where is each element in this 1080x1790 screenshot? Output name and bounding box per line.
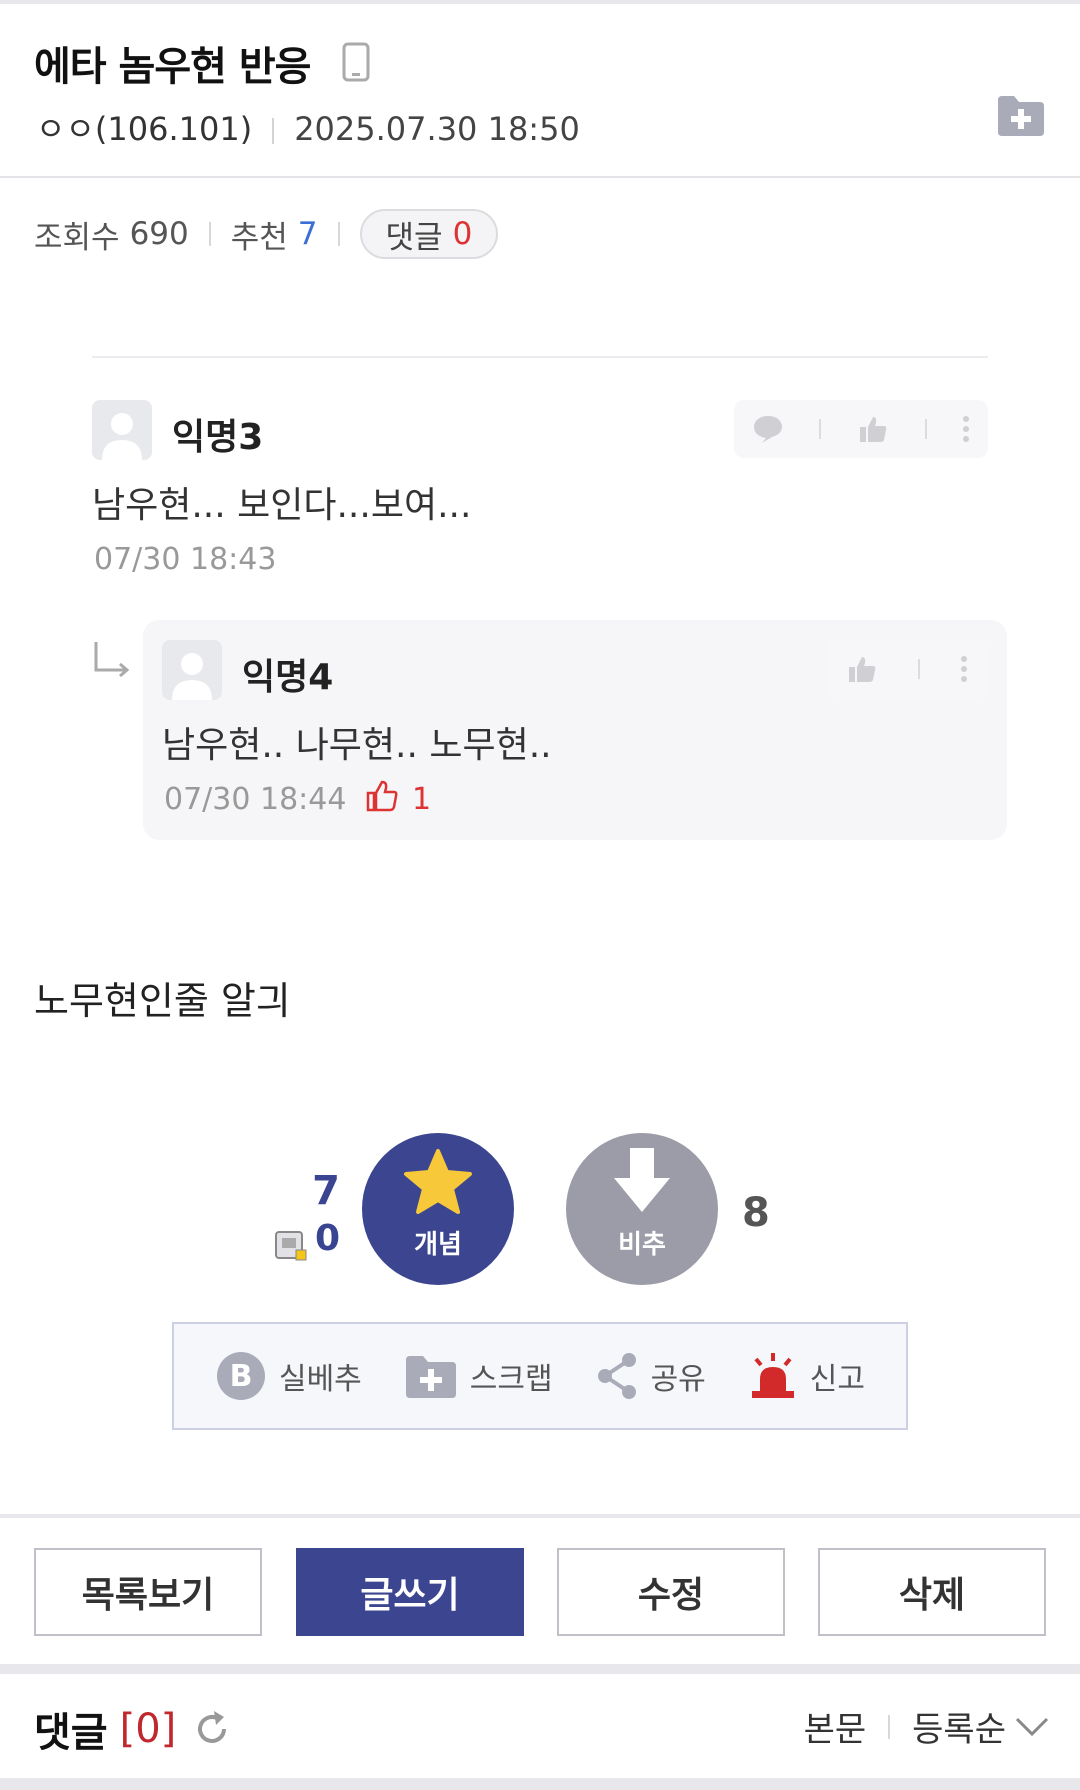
downvote-count: 8: [742, 1190, 770, 1236]
folder-add-icon[interactable]: [996, 92, 1046, 138]
embedded-reply-likes: 1: [412, 782, 432, 817]
embedded-comment-actions: [734, 400, 988, 458]
body-filter[interactable]: 본문: [804, 1702, 867, 1751]
recommend-count: 7: [297, 216, 318, 252]
embedded-reply-text: 남우현.. 나무현.. 노무현..: [162, 725, 552, 766]
comment-pill-count: 0: [452, 216, 473, 252]
more-icon: [963, 416, 970, 442]
folder-add-icon: [405, 1356, 456, 1398]
user-icon: [172, 653, 212, 700]
post-date: 2025.07.30 18:50: [294, 110, 580, 148]
scrap-button[interactable]: 스크랩: [404, 1352, 553, 1400]
best-recommend-label: 실베추: [278, 1362, 362, 1397]
arrow-down-icon: [614, 1148, 670, 1212]
best-b-icon: B: [216, 1352, 265, 1400]
comment-pill-label: 댓글: [385, 219, 443, 256]
user-icon: [102, 413, 142, 460]
embedded-comment-time: 07/30 18:43: [94, 542, 277, 577]
comment-section-count: [0]: [119, 1706, 177, 1752]
thumbs-up-icon: [849, 657, 876, 682]
list-button[interactable]: 목록보기: [34, 1548, 262, 1636]
upvote-count: 7: [312, 1168, 340, 1214]
post-header: 에타 놈우현 반응 ㅇㅇ(106.101) 2025.07.30 18:50: [0, 4, 1080, 178]
upvote-label: 개념: [414, 1230, 462, 1260]
svg-text:B: B: [230, 1359, 253, 1394]
divider: [337, 222, 340, 246]
share-button[interactable]: 공유: [595, 1352, 706, 1400]
post-body: 노무현인줄 알긔: [34, 979, 291, 1023]
divider: [918, 659, 920, 679]
post-stats: 조회수 690 추천 7 댓글 0: [34, 208, 499, 260]
post-tools: B 실베추 스크랩 공유 신고: [172, 1322, 908, 1430]
comment-count-button[interactable]: 댓글 0: [359, 209, 499, 259]
bottom-divider: [0, 1778, 1080, 1790]
edit-button[interactable]: 수정: [557, 1548, 785, 1636]
divider: [924, 419, 927, 439]
embedded-divider: [92, 356, 988, 358]
embedded-comment-name: 익명3: [172, 417, 264, 458]
downvote-label: 비추: [618, 1230, 666, 1260]
chevron-down-icon[interactable]: [1014, 1715, 1050, 1739]
divider: [0, 1514, 1080, 1518]
embedded-reply-actions: [826, 640, 988, 698]
report-label: 신고: [809, 1362, 865, 1397]
delete-button[interactable]: 삭제: [818, 1548, 1046, 1636]
divider: [0, 1664, 1080, 1674]
views-count: 690: [129, 216, 189, 252]
downvote-button[interactable]: 비추: [566, 1133, 718, 1285]
share-label: 공유: [650, 1362, 706, 1397]
scrap-label: 스크랩: [469, 1362, 553, 1397]
embedded-comment-text: 남우현... 보인다...보여...: [92, 485, 472, 526]
views-label: 조회수: [34, 219, 120, 256]
star-icon: [404, 1149, 472, 1214]
comment-sort: 본문 등록순: [804, 1702, 1050, 1751]
embedded-reply-name: 익명4: [242, 657, 334, 698]
more-icon: [961, 656, 967, 682]
mobile-icon: [342, 42, 370, 82]
write-button[interactable]: 글쓰기: [296, 1548, 524, 1636]
comment-section-title: 댓글: [34, 1710, 108, 1756]
share-icon: [597, 1353, 636, 1399]
divider: [888, 1714, 891, 1739]
divider: [208, 222, 211, 246]
thumbs-up-outline-icon: [366, 780, 398, 812]
comment-section-header: 댓글 [0]: [34, 1700, 232, 1758]
divider: [272, 118, 275, 144]
avatar: [162, 640, 222, 700]
thumbs-up-icon: [859, 417, 887, 442]
siren-icon: [751, 1353, 794, 1398]
divider: [819, 419, 822, 439]
post-title: 에타 놈우현 반응: [34, 44, 311, 90]
report-button[interactable]: 신고: [748, 1351, 865, 1401]
recommend-label: 추천: [230, 219, 288, 256]
refresh-icon[interactable]: [192, 1709, 232, 1749]
avatar: [92, 400, 152, 460]
speech-bubble-icon: [753, 416, 782, 443]
author-name[interactable]: ㅇㅇ(106.101): [36, 110, 252, 148]
sort-select[interactable]: 등록순: [912, 1702, 1006, 1751]
best-recommend-button[interactable]: B 실베추: [215, 1350, 362, 1402]
embedded-reply-time: 07/30 18:44: [164, 782, 347, 817]
fixed-upvote-count: 0: [314, 1218, 340, 1259]
post-meta: ㅇㅇ(106.101) 2025.07.30 18:50: [36, 104, 580, 150]
upvote-button[interactable]: 개념: [362, 1133, 514, 1285]
reply-arrow-icon: [94, 642, 130, 678]
